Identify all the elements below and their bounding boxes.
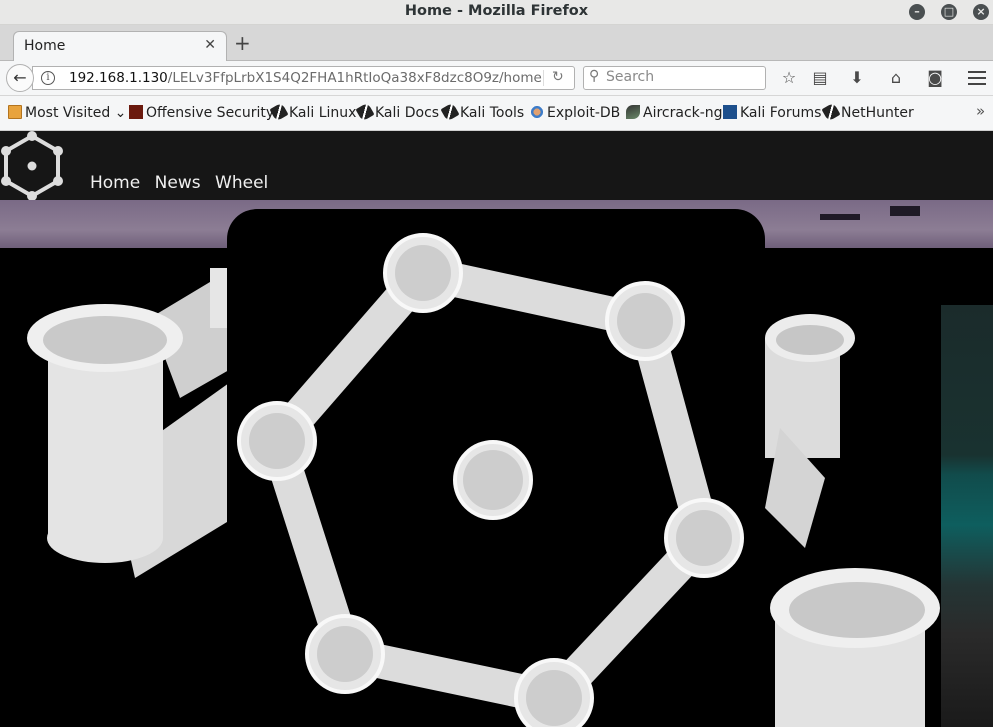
search-input[interactable] <box>606 69 761 85</box>
bookmark-star-icon[interactable]: ☆ <box>778 67 800 89</box>
right-castle-illustration <box>765 314 940 727</box>
bookmark-label: NetHunter <box>841 105 914 121</box>
bookmark-exploit-db[interactable]: Exploit-DB <box>530 105 620 121</box>
hamburger-menu-icon[interactable] <box>968 71 986 85</box>
aircrack-icon <box>626 105 640 119</box>
site-nav-home[interactable]: Home <box>90 173 140 193</box>
bookmark-label: Kali Tools <box>460 105 525 121</box>
kali-dragon-icon <box>269 102 289 122</box>
glitch-strip <box>941 305 993 727</box>
kali-dragon-icon <box>440 102 460 122</box>
site-nav-wheel[interactable]: Wheel <box>215 173 268 193</box>
new-tab-icon[interactable]: + <box>234 33 251 53</box>
navigation-toolbar: i 192.168.1.130/LELv3FfpLrbX1S4Q2FHA1hRt… <box>0 61 993 96</box>
site-info-icon[interactable]: i <box>41 71 55 85</box>
site-navigation: Home News Wheel <box>90 173 278 193</box>
bookmark-label: Exploit-DB <box>547 105 621 121</box>
web-page: Home News Wheel <box>0 131 993 727</box>
kali-forums-icon <box>723 105 737 119</box>
folder-icon <box>8 105 22 119</box>
bookmark-label: Most Visited <box>25 105 111 121</box>
bookmark-kali-tools[interactable]: Kali Tools <box>440 102 525 122</box>
close-tab-icon[interactable]: ✕ <box>204 37 216 53</box>
bookmark-most-visited[interactable]: Most Visited ⌄ <box>8 105 126 121</box>
bookmarks-overflow-icon[interactable]: » <box>976 102 985 120</box>
back-button[interactable]: ← <box>6 64 34 92</box>
bookmark-label: Kali Docs <box>375 105 440 121</box>
hexagon-castle-wheel <box>237 233 744 727</box>
back-arrow-icon: ← <box>13 68 27 87</box>
reading-list-icon[interactable]: ▤ <box>809 67 831 89</box>
bookmark-label: Kali Forums <box>740 105 822 121</box>
maximize-icon[interactable]: □ <box>941 4 957 20</box>
bookmark-kali-linux[interactable]: Kali Linux <box>269 102 357 122</box>
tab-home[interactable]: Home ✕ <box>13 31 227 62</box>
url-path: /LELv3FfpLrbX1S4Q2FHA1hRtIoQa38xF8dzc8O9… <box>167 70 542 86</box>
minimize-icon[interactable]: – <box>909 4 925 20</box>
right-castle-panel <box>765 248 941 727</box>
site-nav-news[interactable]: News <box>155 173 201 193</box>
bookmarks-toolbar: Most Visited ⌄ Offensive Security Kali L… <box>0 96 993 131</box>
exploitdb-icon <box>530 105 544 119</box>
bookmark-label: Aircrack-ng <box>643 105 723 121</box>
left-castle-panel <box>0 248 250 727</box>
kali-dragon-icon <box>355 102 375 122</box>
kali-dragon-icon <box>821 102 841 122</box>
bookmark-kali-forums[interactable]: Kali Forums <box>723 105 821 121</box>
window-titlebar: Home - Mozilla Firefox – □ × <box>0 0 993 25</box>
hero-castle-image <box>0 200 993 727</box>
close-window-icon[interactable]: × <box>973 4 989 20</box>
reload-icon[interactable]: ↻ <box>552 69 564 85</box>
bookmark-nethunter[interactable]: NetHunter <box>821 102 914 122</box>
bookmark-offensive-security[interactable]: Offensive Security <box>129 105 274 121</box>
url-host: 192.168.1.130 <box>69 70 168 86</box>
bookmark-aircrack-ng[interactable]: Aircrack-ng <box>626 105 723 121</box>
home-icon[interactable]: ⌂ <box>885 67 907 89</box>
url-separator <box>543 70 544 86</box>
offsec-icon <box>129 105 143 119</box>
site-header: Home News Wheel <box>0 131 993 201</box>
center-wheel-panel <box>227 209 765 727</box>
tab-label: Home <box>24 38 66 54</box>
glitch-artifact <box>890 206 920 216</box>
window-title: Home - Mozilla Firefox <box>404 3 589 19</box>
bookmark-kali-docs[interactable]: Kali Docs <box>355 102 440 122</box>
downloads-icon[interactable]: ⬇ <box>846 67 868 89</box>
pocket-icon[interactable]: ◙ <box>924 67 946 89</box>
site-logo-icon[interactable] <box>0 131 64 201</box>
bookmark-label: Offensive Security <box>146 105 275 121</box>
url-bar[interactable]: i 192.168.1.130/LELv3FfpLrbX1S4Q2FHA1hRt… <box>32 66 575 90</box>
glitch-artifact <box>820 214 860 220</box>
url-text[interactable]: 192.168.1.130/LELv3FfpLrbX1S4Q2FHA1hRtIo… <box>69 70 549 86</box>
search-icon: ⚲ <box>589 68 600 84</box>
left-castle-illustration <box>27 258 250 578</box>
tab-strip: Home ✕ + <box>0 25 993 62</box>
search-bar[interactable]: ⚲ <box>583 66 766 90</box>
chevron-down-icon: ⌄ <box>110 105 127 121</box>
bookmark-label: Kali Linux <box>289 105 357 121</box>
